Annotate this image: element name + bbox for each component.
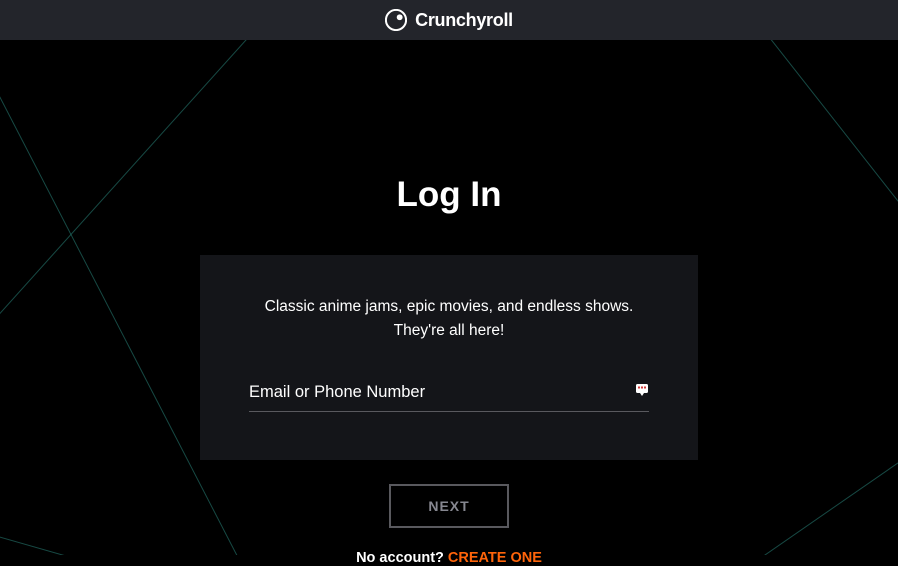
page-title: Log In (397, 175, 502, 215)
signup-row: No account? CREATE ONE (356, 550, 542, 566)
main-content: Log In Classic anime jams, epic movies, … (0, 40, 898, 566)
next-button-label: NEXT (428, 498, 469, 514)
crunchyroll-icon (385, 9, 407, 31)
tagline-line-2: They're all here! (394, 322, 505, 339)
brand-name: Crunchyroll (415, 10, 513, 31)
email-field-wrap: Email or Phone Number (249, 383, 649, 412)
brand-logo[interactable]: Crunchyroll (385, 9, 513, 31)
email-input[interactable] (249, 383, 649, 405)
tagline: Classic anime jams, epic movies, and end… (265, 295, 634, 343)
header-bar: Crunchyroll (0, 0, 898, 40)
tagline-line-1: Classic anime jams, epic movies, and end… (265, 298, 634, 315)
login-card: Classic anime jams, epic movies, and end… (200, 255, 698, 460)
autofill-key-icon[interactable] (635, 383, 649, 397)
create-account-link[interactable]: CREATE ONE (448, 550, 542, 566)
next-button[interactable]: NEXT (389, 484, 509, 528)
signup-prompt: No account? (356, 550, 448, 566)
